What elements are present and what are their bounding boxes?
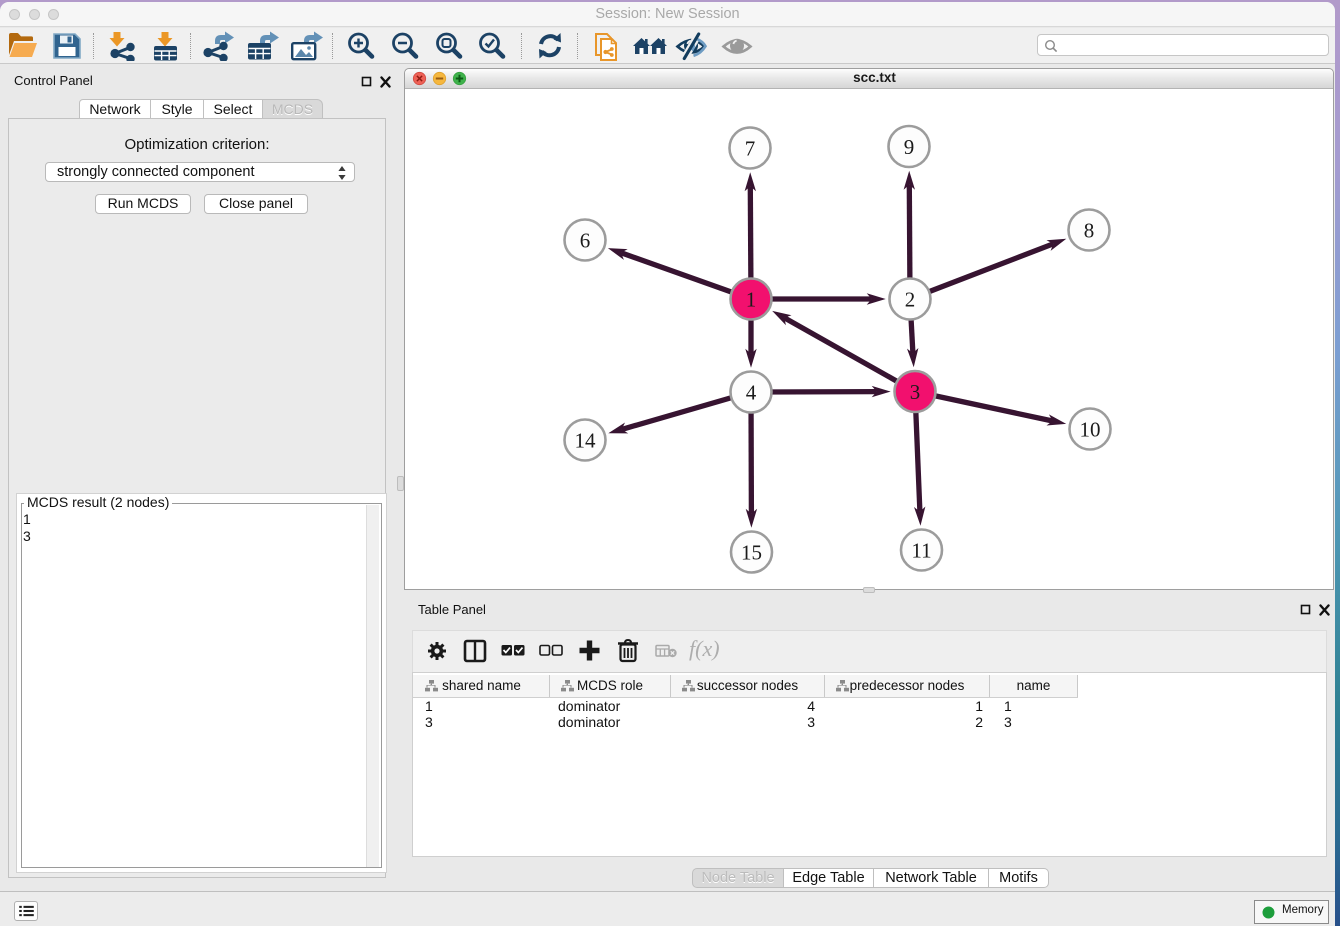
svg-text:6: 6: [580, 229, 591, 253]
svg-text:14: 14: [575, 429, 597, 453]
svg-text:9: 9: [904, 135, 915, 159]
svg-text:3: 3: [910, 380, 921, 404]
svg-text:15: 15: [741, 541, 762, 565]
svg-text:11: 11: [911, 539, 931, 563]
svg-text:10: 10: [1080, 418, 1101, 442]
svg-text:1: 1: [746, 288, 757, 312]
svg-text:4: 4: [746, 381, 757, 405]
svg-text:2: 2: [905, 288, 916, 312]
svg-text:7: 7: [745, 137, 756, 161]
svg-text:8: 8: [1084, 219, 1095, 243]
